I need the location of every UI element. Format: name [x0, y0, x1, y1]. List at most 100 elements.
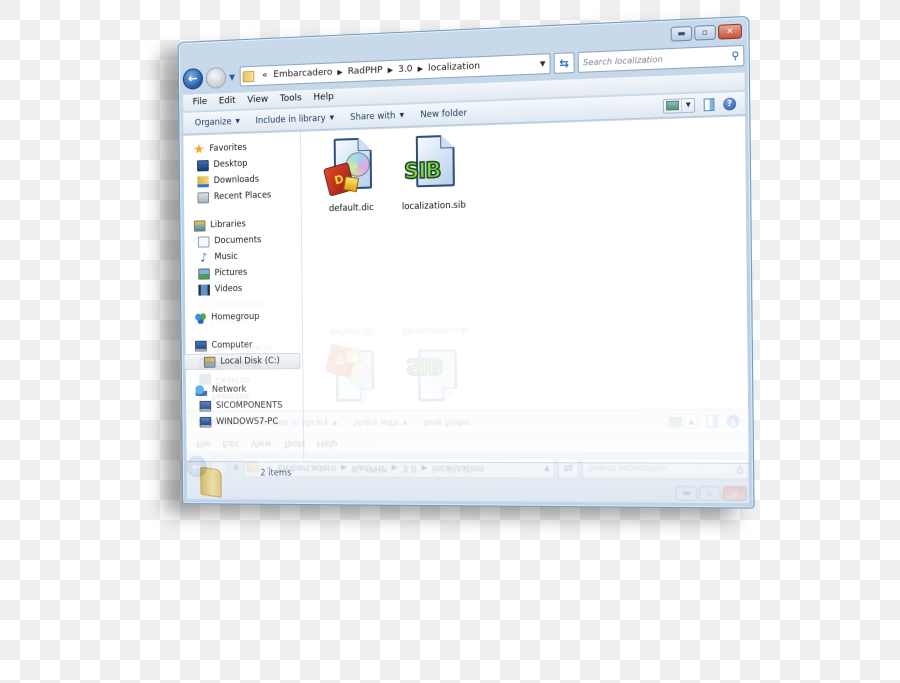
forward-button[interactable]: → — [205, 66, 227, 89]
breadcrumb-item[interactable]: localization — [425, 61, 483, 74]
nav-label: Desktop — [213, 158, 248, 170]
nav-label: Recent Places — [213, 190, 272, 203]
nav-label: Documents — [214, 235, 262, 247]
nav-network[interactable]: Network — [186, 381, 303, 398]
change-view-button[interactable]: ▼ — [663, 97, 696, 114]
homegroup-group: Homegroup — [185, 308, 302, 326]
computer-group: Computer Local Disk (C:) — [183, 337, 302, 370]
recent-pages-dropdown[interactable]: ▼ — [229, 72, 237, 81]
file-item[interactable]: D default.dic — [313, 137, 389, 215]
sib-badge: SIB — [403, 157, 441, 184]
nav-label: Music — [214, 251, 238, 263]
menu-edit[interactable]: Edit — [213, 96, 242, 107]
nav-label: Pictures — [214, 267, 248, 279]
maximize-icon: ▫ — [702, 27, 709, 38]
preview-pane-icon[interactable] — [703, 97, 715, 111]
maximize-button[interactable]: ▫ — [694, 24, 716, 41]
nav-videos[interactable]: Videos — [185, 280, 302, 298]
nav-sicomponents[interactable]: SICOMPONENTS — [186, 397, 303, 414]
nav-label: SICOMPONENTS — [215, 400, 283, 411]
caret-down-icon: ▼ — [329, 114, 335, 122]
folder-icon — [242, 70, 255, 82]
file-list: D default.dic SIB localization.sib — [301, 116, 749, 462]
nav-homegroup[interactable]: Homegroup — [185, 308, 302, 326]
computer-icon — [195, 340, 207, 352]
nav-label: Local Disk (C:) — [220, 356, 280, 367]
menu-view[interactable]: View — [241, 94, 274, 106]
item-count: 2 items — [260, 468, 292, 479]
address-history-dropdown[interactable]: ▼ — [534, 54, 550, 74]
chevron-right-icon[interactable]: ▶ — [386, 66, 396, 75]
minimize-icon: ▬ — [677, 28, 686, 39]
file-name: localization.sib — [401, 200, 466, 213]
navigation-pane: ★ Favorites Desktop Downloads Recent Plac… — [183, 131, 305, 462]
nav-label: Favorites — [209, 142, 247, 155]
close-icon: ✕ — [726, 26, 734, 37]
star-icon: ★ — [193, 141, 205, 158]
arrow-left-icon: ← — [188, 71, 198, 86]
nav-local-disk[interactable]: Local Disk (C:) — [183, 352, 301, 370]
caret-down-icon: ▼ — [399, 111, 405, 120]
menu-file[interactable]: File — [187, 97, 213, 108]
nav-label: Homegroup — [211, 311, 260, 323]
breadcrumb-item[interactable]: Embarcadero — [270, 67, 335, 81]
breadcrumb-item[interactable]: RadPHP — [345, 65, 386, 77]
folder-icon — [200, 466, 222, 498]
caption-buttons: ▬ ▫ ✕ — [670, 23, 742, 42]
local-disk-icon — [203, 356, 216, 368]
minimize-button[interactable]: ▬ — [670, 25, 693, 42]
close-button[interactable]: ✕ — [717, 23, 742, 40]
share-with-button[interactable]: Share with ▼ — [344, 110, 414, 123]
new-folder-button[interactable]: New folder — [414, 108, 477, 121]
refresh-icon: ⇆ — [559, 56, 570, 71]
nav-label: Network — [211, 384, 247, 395]
new-folder-label: New folder — [420, 107, 468, 120]
breadcrumb-overflow[interactable]: « — [259, 70, 270, 81]
details-pane: 2 items — [186, 461, 750, 504]
music-note-icon: ♪ — [200, 249, 208, 265]
nav-label: Downloads — [213, 174, 260, 187]
menu-tools[interactable]: Tools — [274, 93, 308, 104]
help-icon[interactable]: ? — [723, 96, 737, 111]
libraries-icon — [193, 219, 206, 232]
downloads-icon — [197, 175, 209, 187]
search-input[interactable]: Search localization ⚲ — [577, 44, 745, 73]
network-icon — [195, 384, 208, 396]
desktop-icon — [197, 159, 209, 171]
network-computer-icon — [199, 416, 212, 428]
recent-places-icon — [197, 191, 210, 204]
search-icon[interactable]: ⚲ — [731, 50, 739, 62]
chevron-right-icon[interactable]: ▶ — [415, 65, 425, 74]
refresh-button[interactable]: ⇆ — [553, 52, 575, 74]
include-in-library-button[interactable]: Include in library ▼ — [250, 112, 345, 126]
organize-label: Organize — [194, 116, 232, 128]
file-item[interactable]: SIB localization.sib — [395, 134, 473, 212]
nav-label: WINDOWS7-PC — [216, 416, 279, 427]
search-placeholder: Search localization — [582, 54, 663, 67]
chevron-right-icon[interactable]: ▶ — [335, 68, 344, 77]
caret-down-icon: ▼ — [235, 117, 240, 125]
caret-down-icon[interactable]: ▼ — [681, 98, 695, 112]
share-with-label: Share with — [350, 110, 396, 123]
sib-file-icon: SIB — [403, 134, 459, 198]
favorites-group: ★ Favorites Desktop Downloads Recent Plac… — [183, 138, 300, 206]
menu-help[interactable]: Help — [307, 92, 339, 103]
videos-icon — [198, 283, 211, 296]
command-bar-tools: ▼ ? — [663, 95, 745, 114]
nav-windows7-pc[interactable]: WINDOWS7-PC — [186, 414, 303, 430]
breadcrumb-item[interactable]: 3.0 — [395, 64, 416, 75]
file-name: default.dic — [328, 202, 374, 215]
view-icon — [666, 100, 680, 111]
explorer-window: ▬ ▫ ✕ ← → ▼ « Embarcadero ▶ RadPHP ▶ 3.0… — [177, 15, 755, 509]
documents-icon — [197, 235, 210, 248]
pictures-icon — [198, 267, 210, 280]
arrow-right-icon: → — [211, 70, 221, 85]
nav-label: Libraries — [210, 219, 246, 231]
nav-computer[interactable]: Computer — [185, 337, 302, 354]
back-button[interactable]: ← — [182, 67, 204, 90]
nav-label: Computer — [211, 340, 253, 351]
organize-button[interactable]: Organize ▼ — [189, 116, 250, 128]
nav-recent-places[interactable]: Recent Places — [184, 187, 301, 206]
homegroup-icon — [194, 312, 207, 324]
explorer-body: ★ Favorites Desktop Downloads Recent Plac… — [183, 116, 749, 463]
